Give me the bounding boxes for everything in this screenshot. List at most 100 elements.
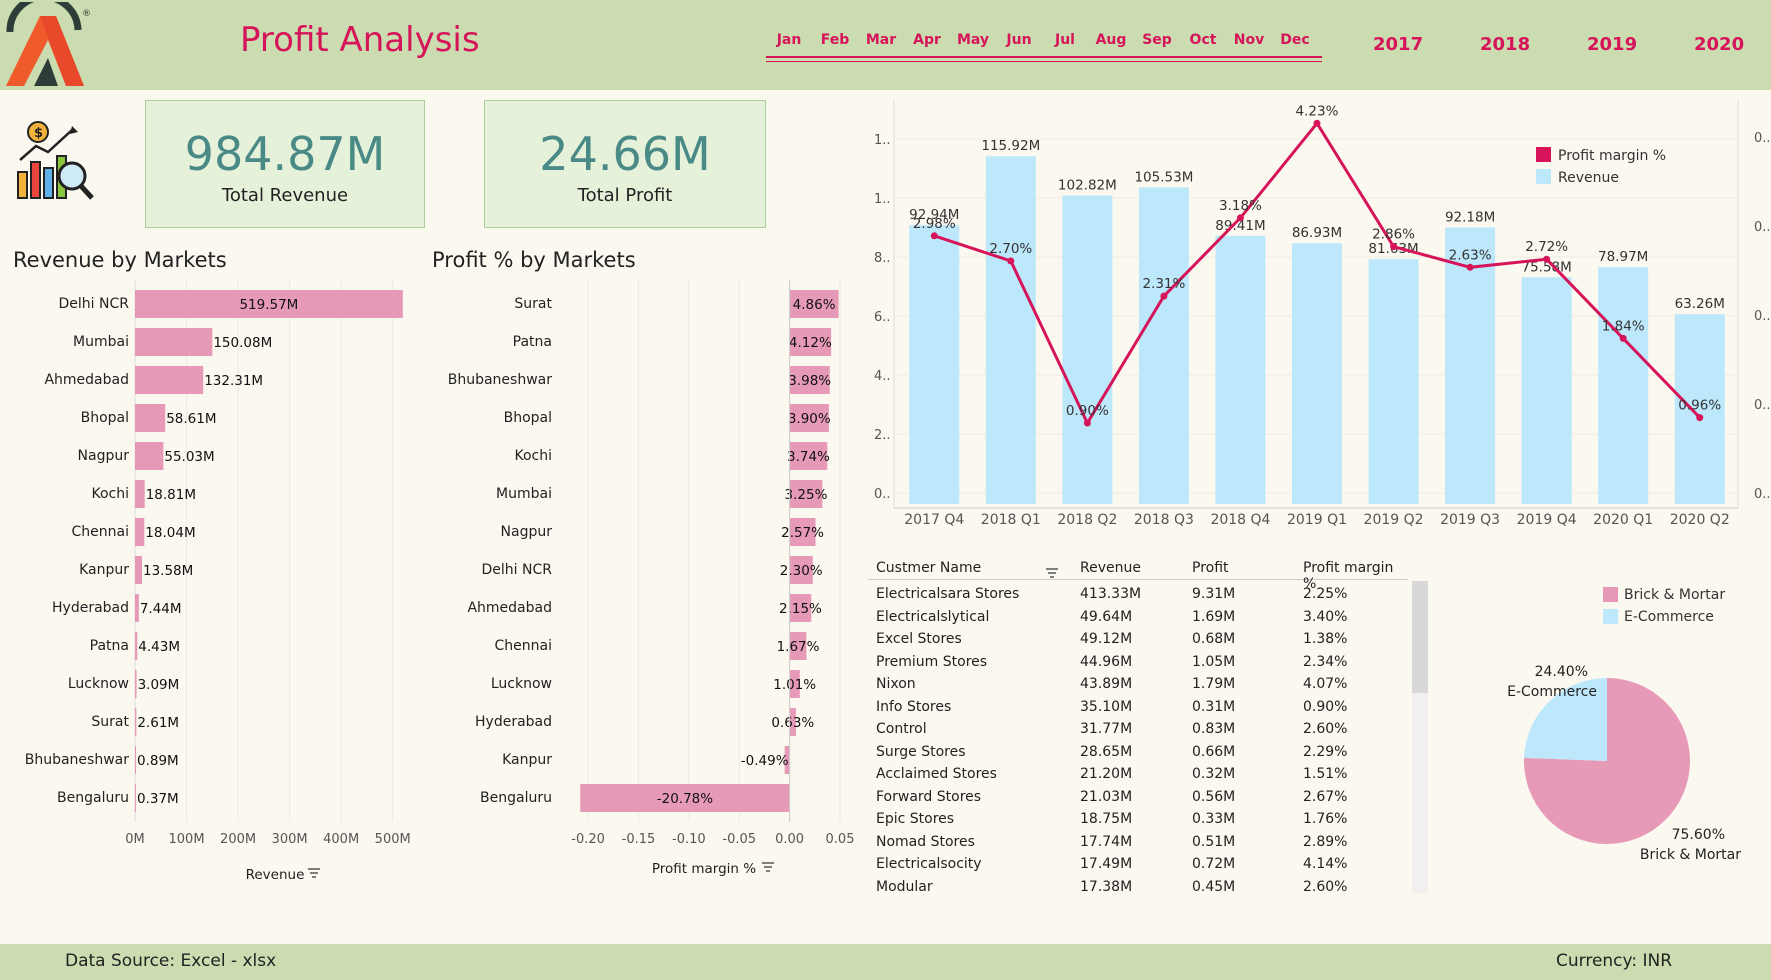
cell-profit-margin: 4.07% [1303,676,1348,692]
rev-x-tick: 0M [125,832,145,847]
combo-revenue-bar [1215,235,1266,504]
combo-right-tick: 0.. [1754,398,1771,413]
pm-category-label: Delhi NCR [482,562,553,578]
rev-x-tick: 500M [375,832,411,847]
pm-x-tick: -0.10 [672,832,706,847]
table-scrollbar-thumb[interactable] [1412,581,1428,693]
rev-data-label: 2.61M [137,715,179,731]
channel-share-pie-chart[interactable]: 24.40%E-Commerce75.60%Brick & MortarBric… [1440,570,1771,870]
table-row[interactable]: Info Stores 35.10M 0.31M 0.90% [868,697,1428,719]
month-aug[interactable]: Aug [1088,32,1134,48]
pie-legend-swatch [1603,587,1618,602]
table-row[interactable]: Nomad Stores 17.74M 0.51M 2.89% [868,832,1428,854]
month-may[interactable]: May [950,32,996,48]
cell-customer-name: Epic Stores [876,811,955,827]
rev-sort-icon[interactable] [308,868,320,878]
table-row[interactable]: Nixon 43.89M 1.79M 4.07% [868,674,1428,696]
sort-icon[interactable] [1046,563,1058,578]
month-apr[interactable]: Apr [904,32,950,48]
table-row[interactable]: Surge Stores 28.65M 0.66M 2.29% [868,742,1428,764]
combo-revenue-label: 102.82M [1058,178,1117,194]
cell-customer-name: Control [876,721,927,737]
table-row[interactable]: Control 31.77M 0.83M 2.60% [868,719,1428,741]
year-2019[interactable]: 2019 [1587,34,1637,55]
combo-margin-point [1390,243,1398,251]
month-dec[interactable]: Dec [1272,32,1318,48]
combo-x-tick: 2019 Q4 [1517,512,1577,528]
rev-category-label: Bengaluru [57,790,129,806]
pie-value-label: 24.40% [1535,664,1588,680]
revenue-by-markets-chart[interactable]: 0M 100M 200M 300M 400M 500M Delhi NCR 519.57M Mu… [0,280,420,890]
combo-revenue-bar [909,225,960,504]
month-jul[interactable]: Jul [1042,32,1088,48]
pm-data-label: 1.67% [777,639,820,655]
table-row[interactable]: Electricalsocity 17.49M 0.72M 4.14% [868,854,1428,876]
rev-data-label: 132.31M [204,373,263,389]
cell-customer-name: Electricalsocity [876,856,982,872]
legend-label-margin: Profit margin % [1558,148,1666,164]
pm-category-label: Surat [514,296,552,312]
rev-bar [135,708,137,736]
combo-revenue-bar [1598,267,1649,504]
cell-profit: 0.31M [1192,698,1236,715]
pm-data-label: 2.15% [779,601,822,617]
col-customer-name: Custmer Name [876,560,982,576]
combo-margin-label: 1.84% [1602,318,1645,334]
table-scrollbar[interactable] [1412,581,1428,893]
cell-customer-name: Modular [876,878,933,895]
cell-profit: 0.51M [1192,833,1236,850]
combo-left-tick: 0.. [874,487,891,502]
year-2017[interactable]: 2017 [1373,34,1423,55]
profit-by-markets-chart[interactable]: -0.20 -0.15 -0.10 -0.05 0.00 0.05 Surat 4.86% Pa… [420,280,860,890]
pm-category-label: Hyderabad [475,714,552,730]
table-row[interactable]: Electricalsara Stores 413.33M 9.31M 2.25% [868,584,1428,606]
combo-margin-label: 2.31% [1142,276,1185,292]
table-row[interactable]: Modular 17.38M 0.45M 2.60% [868,877,1428,899]
combo-revenue-label: 92.18M [1445,209,1495,225]
pm-data-label: 0.63% [771,715,814,731]
pm-data-label: 3.74% [787,449,830,465]
month-nov[interactable]: Nov [1226,32,1272,48]
cell-profit-margin: 0.90% [1303,698,1348,715]
combo-margin-point [1313,119,1321,127]
combo-margin-point [1236,214,1244,222]
year-2020[interactable]: 2020 [1694,34,1744,55]
pm-x-tick: -0.15 [622,832,656,847]
month-jun[interactable]: Jun [996,32,1042,48]
table-row[interactable]: Electricalslytical 49.64M 1.69M 3.40% [868,607,1428,629]
pm-sort-icon[interactable] [762,862,774,872]
cell-revenue: 17.49M [1080,856,1133,872]
cell-profit-margin: 2.67% [1303,788,1348,805]
month-filter[interactable]: Jan Feb Mar Apr May Jun Jul Aug Sep Oct Nov Dec [766,30,1322,62]
month-sep[interactable]: Sep [1134,32,1180,48]
month-mar[interactable]: Mar [858,32,904,48]
combo-margin-point [1007,257,1015,265]
combo-right-tick: 0.. [1754,309,1771,324]
pie-value-label: 75.60% [1672,827,1725,843]
table-row[interactable]: Acclaimed Stores 21.20M 0.32M 1.51% [868,764,1428,786]
rev-category-label: Bhubaneshwar [25,752,129,768]
cell-customer-name: Excel Stores [876,631,962,647]
rev-data-label: 150.08M [213,335,272,351]
month-feb[interactable]: Feb [812,32,858,48]
table-row[interactable]: Forward Stores 21.03M 0.56M 2.67% [868,787,1428,809]
table-row[interactable]: Premium Stores 44.96M 1.05M 2.34% [868,652,1428,674]
rev-category-label: Nagpur [78,448,130,464]
pm-category-label: Patna [513,334,552,350]
combo-left-tick: 4.. [874,369,891,384]
combo-margin-point [1466,263,1474,271]
cell-revenue: 44.96M [1080,653,1133,670]
combo-left-tick: 1.. [874,133,891,148]
rev-x-tick: 200M [220,832,256,847]
quarterly-revenue-margin-chart[interactable]: 0..2..4..6..8..1..1..0..0..0..0..0..0..9… [866,100,1771,540]
month-jan[interactable]: Jan [766,32,812,48]
cell-revenue: 18.75M [1080,811,1133,827]
year-2018[interactable]: 2018 [1480,34,1530,55]
month-oct[interactable]: Oct [1180,32,1226,48]
finance-chart-icon: $ [17,121,94,200]
combo-revenue-bar [1368,259,1419,504]
combo-left-tick: 1.. [874,192,891,207]
rev-x-tick: 300M [272,832,308,847]
table-row[interactable]: Epic Stores 18.75M 0.33M 1.76% [868,809,1428,831]
table-row[interactable]: Excel Stores 49.12M 0.68M 1.38% [868,629,1428,651]
